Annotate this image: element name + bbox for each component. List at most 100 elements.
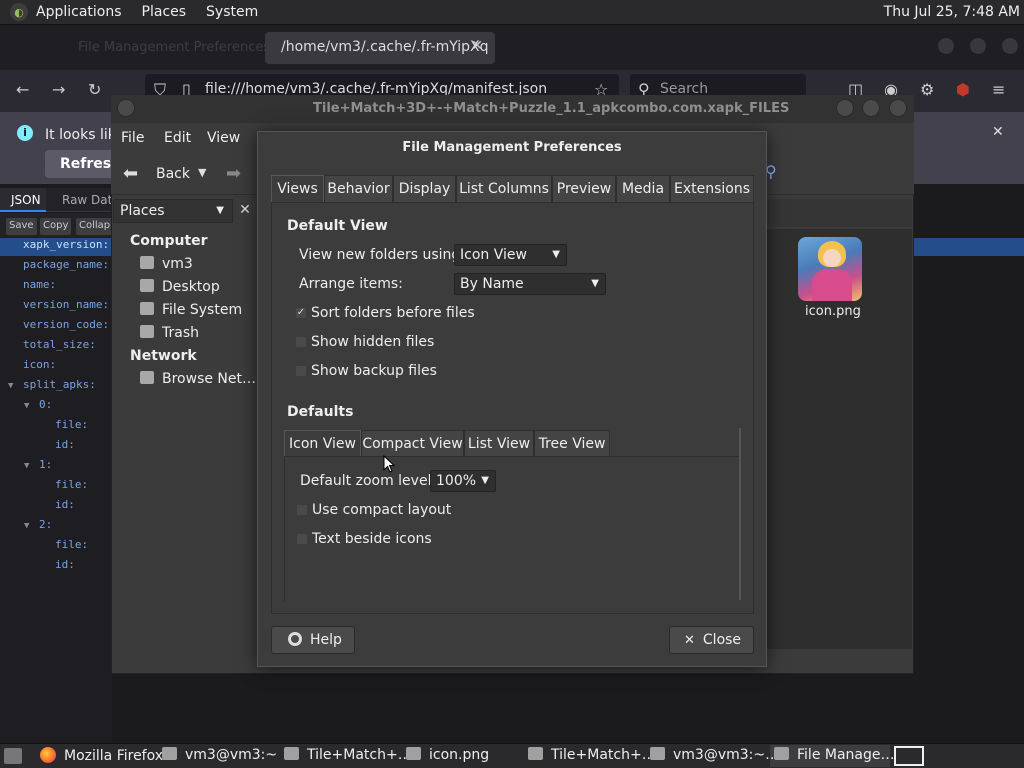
tab-extensions[interactable]: Extensions	[670, 175, 754, 203]
sidebar-item-vm3[interactable]: vm3	[140, 256, 193, 272]
show-backup-label[interactable]: Show backup files	[311, 363, 437, 379]
extensions-icon[interactable]: ⚙	[920, 80, 934, 99]
sidebar-item-trash[interactable]: Trash	[140, 325, 199, 341]
close-window-icon[interactable]	[889, 99, 907, 117]
json-tree-row[interactable]: file:	[0, 418, 112, 436]
arrange-items-combo[interactable]: By Name ▼	[454, 273, 606, 295]
json-tree-row[interactable]: file:	[0, 538, 112, 556]
text-beside-icons-checkbox[interactable]	[297, 534, 307, 544]
json-tree-row[interactable]: id:	[0, 558, 112, 576]
maximize-icon[interactable]	[970, 38, 986, 54]
workspace-switcher[interactable]	[894, 746, 924, 766]
json-tree-row[interactable]: id:	[0, 498, 112, 516]
subtab-tree-view[interactable]: Tree View	[534, 430, 610, 457]
minimize-icon[interactable]	[938, 38, 954, 54]
hamburger-menu-icon[interactable]: ≡	[992, 80, 1005, 99]
json-tree-row[interactable]: version_name:	[0, 298, 112, 316]
compact-layout-label[interactable]: Use compact layout	[312, 502, 451, 518]
tab-preview[interactable]: Preview	[552, 175, 616, 203]
task-file-manager-prefs[interactable]: File Manage…	[774, 747, 895, 763]
task-archive[interactable]: Tile+Match+…	[284, 747, 412, 763]
json-tree-row[interactable]: version_code:	[0, 318, 112, 336]
json-tree-row[interactable]: ▼ 1:	[0, 458, 112, 476]
maximize-icon[interactable]	[862, 99, 880, 117]
ublock-icon[interactable]: ⬢	[956, 80, 970, 99]
distro-logo-icon[interactable]: ◐	[10, 3, 28, 21]
save-button[interactable]: Save	[6, 218, 37, 235]
back-arrow-icon[interactable]: ←	[16, 80, 29, 99]
tab-display[interactable]: Display	[393, 175, 456, 203]
task-firefox[interactable]: Mozilla Firefox	[40, 747, 163, 764]
places-selector[interactable]: Places ▼	[113, 199, 233, 223]
sidebar-item-desktop[interactable]: Desktop	[140, 279, 220, 295]
sidebar-item-file-system[interactable]: File System	[140, 302, 242, 318]
sidebar-item-browse-network[interactable]: Browse Net…	[140, 371, 256, 387]
file-label[interactable]: icon.png	[805, 304, 861, 319]
tab-views[interactable]: Views	[271, 175, 324, 203]
subtab-compact-view[interactable]: Compact View	[361, 430, 464, 457]
applications-menu[interactable]: Applications	[36, 4, 122, 20]
task-terminal-2[interactable]: vm3@vm3:~…	[650, 747, 779, 763]
subtab-icon-view[interactable]: Icon View	[284, 430, 361, 457]
json-tree-row[interactable]: ▼ 0:	[0, 398, 112, 416]
text-beside-icons-label[interactable]: Text beside icons	[312, 531, 432, 547]
tab-behavior[interactable]: Behavior	[324, 175, 393, 203]
task-terminal-1[interactable]: vm3@vm3:~	[162, 747, 277, 763]
json-tree-row[interactable]: file:	[0, 478, 112, 496]
compact-layout-checkbox[interactable]	[297, 505, 307, 515]
json-tree-row[interactable]: package_name:	[0, 258, 112, 276]
forward-arrow-icon[interactable]: →	[52, 80, 65, 99]
json-key: 1:	[39, 458, 53, 471]
json-tree-row[interactable]: name:	[0, 278, 112, 296]
json-tree-row[interactable]: ▼ 2:	[0, 518, 112, 536]
reload-icon[interactable]: ↻	[88, 80, 101, 99]
sort-folders-label[interactable]: Sort folders before files	[311, 305, 475, 321]
help-button[interactable]: Help	[271, 626, 355, 654]
expand-toggle-icon[interactable]: ▼	[24, 461, 36, 471]
show-desktop-icon[interactable]	[4, 748, 22, 764]
zoom-level-combo[interactable]: 100% ▼	[430, 470, 496, 492]
back-arrow-icon[interactable]: ⬅	[123, 163, 138, 184]
expand-toggle-icon[interactable]: ▼	[8, 381, 20, 391]
refresh-button[interactable]: Refresh	[45, 150, 121, 178]
close-tab-icon[interactable]: ✕	[471, 38, 483, 54]
copy-button[interactable]: Copy	[40, 218, 72, 235]
tab-list-columns[interactable]: List Columns	[456, 175, 552, 203]
show-backup-checkbox[interactable]	[296, 366, 306, 376]
scrollbar[interactable]	[739, 428, 741, 600]
subtab-list-view[interactable]: List View	[464, 430, 534, 457]
edit-menu[interactable]: Edit	[164, 130, 191, 146]
view-menu[interactable]: View	[207, 130, 240, 146]
show-hidden-label[interactable]: Show hidden files	[311, 334, 434, 350]
system-menu[interactable]: System	[206, 4, 258, 20]
forward-arrow-icon[interactable]: ➡	[226, 163, 241, 184]
json-tree-row[interactable]: total_size:	[0, 338, 112, 356]
window-menu-icon[interactable]	[117, 99, 135, 117]
file-menu[interactable]: File	[121, 130, 144, 146]
close-sidebar-icon[interactable]: ✕	[235, 199, 255, 223]
expand-toggle-icon[interactable]: ▼	[24, 521, 36, 531]
tab-media[interactable]: Media	[616, 175, 670, 203]
back-history-dropdown-icon[interactable]: ▼	[198, 166, 206, 179]
firefox-active-tab[interactable]: /home/vm3/.cache/.fr-mYipXq ✕	[265, 32, 495, 64]
close-notification-icon[interactable]: ✕	[992, 124, 1004, 140]
places-menu[interactable]: Places	[142, 4, 187, 20]
view-new-folders-combo[interactable]: Icon View ▼	[454, 244, 567, 266]
collapse-button[interactable]: Collap	[76, 218, 114, 235]
json-tree-row[interactable]: icon:	[0, 358, 112, 376]
image-thumbnail[interactable]	[798, 237, 862, 301]
sort-folders-checkbox[interactable]: ✓	[296, 308, 306, 318]
close-window-icon[interactable]	[1002, 38, 1018, 54]
back-button[interactable]: Back	[156, 166, 190, 182]
task-image-viewer[interactable]: icon.png	[406, 747, 489, 763]
minimize-icon[interactable]	[836, 99, 854, 117]
tab-json[interactable]: JSON	[0, 188, 46, 212]
task-folder[interactable]: Tile+Match+…	[528, 747, 656, 763]
close-button[interactable]: ✕ Close	[669, 626, 754, 654]
json-tree-row[interactable]: id:	[0, 438, 112, 456]
show-hidden-checkbox[interactable]	[296, 337, 306, 347]
clock[interactable]: Thu Jul 25, 7:48 AM	[884, 4, 1020, 20]
expand-toggle-icon[interactable]: ▼	[24, 401, 36, 411]
firefox-tab-faded[interactable]: File Management Preferences	[78, 40, 270, 55]
json-tree-row[interactable]: ▼ split_apks:	[0, 378, 112, 396]
